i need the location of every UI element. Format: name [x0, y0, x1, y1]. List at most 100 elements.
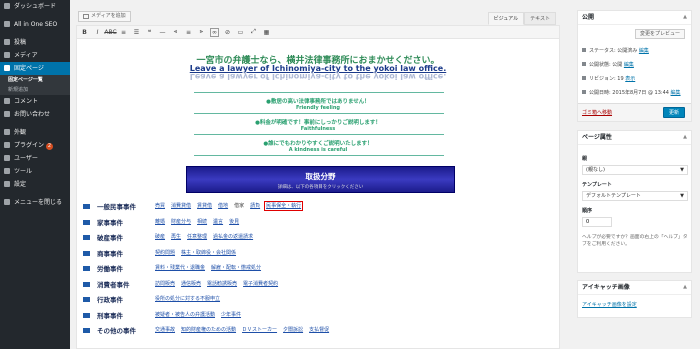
sidebar-item-1[interactable]: All in One SEO [0, 18, 70, 31]
tab-visual[interactable]: ビジュアル [487, 12, 525, 25]
blockquote-icon[interactable]: ❝ [145, 28, 154, 37]
practice-area-link[interactable]: 遺言 [213, 219, 223, 225]
kitchen-sink-icon[interactable]: ▦ [262, 28, 271, 37]
status-edit-link[interactable]: 編集 [639, 48, 649, 54]
practice-area-link[interactable]: 被疑者・被告人の弁護活動 [155, 312, 215, 318]
sidebar-item-label: ツール [14, 168, 33, 175]
revisions-label: リビジョン: 19 [589, 76, 624, 82]
featured-image-header[interactable]: アイキャッチ画像 ▲ [578, 281, 691, 295]
align-center-icon[interactable]: ≡ [184, 28, 193, 37]
preview-changes-button[interactable]: 変更をプレビュー [634, 29, 685, 39]
toggle-arrow-icon[interactable]: ▲ [683, 131, 687, 144]
strikethrough-icon[interactable]: ABC [104, 28, 116, 37]
practice-area-link[interactable]: 売買 [155, 203, 165, 209]
practice-area-link[interactable]: ＤＶストーカー [242, 327, 277, 333]
practice-area-link[interactable]: 後見 [229, 219, 239, 225]
highlighted-link[interactable]: 民事保全・執行 [264, 201, 304, 211]
sidebar-item-11[interactable]: 設定 [0, 178, 70, 191]
feature-1: ●敷居の高い法律事務所ではありません！ [266, 99, 370, 105]
practice-area-link[interactable]: 電話勧誘販売 [207, 281, 237, 287]
banner-subtitle: 詳細は、以下の各項目をクリックください [277, 185, 364, 190]
sidebar-item-4[interactable]: 固定ページ [0, 62, 70, 75]
practice-area-name: 商事事件 [97, 249, 123, 258]
sidebar-item-9[interactable]: ユーザー [0, 152, 70, 165]
order-input[interactable]: 0 [582, 217, 612, 227]
practice-area-link[interactable]: 再生 [171, 234, 181, 240]
practice-area-link[interactable]: 任意整理 [187, 234, 207, 240]
practice-area-link[interactable]: 請負 [250, 203, 260, 209]
link-icon[interactable]: ∞ [210, 27, 219, 37]
bullet-square-icon [83, 235, 90, 240]
bold-icon[interactable]: B [80, 28, 89, 37]
sidebar-item-label: ユーザー [14, 155, 38, 162]
practice-area-link[interactable]: 株主・取締役・会社関係 [181, 250, 236, 256]
tab-text[interactable]: テキスト [524, 12, 556, 25]
calendar-icon [582, 90, 586, 94]
revisions-link[interactable]: 表示 [625, 76, 635, 82]
sidebar-item-5[interactable]: コメント [0, 95, 70, 108]
sidebar-item-10[interactable]: ツール [0, 165, 70, 178]
sidebar-item-6[interactable]: お問い合わせ [0, 108, 70, 121]
add-media-button[interactable]: メディアを追加 [78, 11, 131, 22]
practice-area-link[interactable]: 訪問販売 [155, 281, 175, 287]
toggle-arrow-icon[interactable]: ▲ [683, 281, 687, 294]
add-media-label: メディアを追加 [91, 13, 126, 19]
feature-1-en: Friendly feeling [295, 105, 341, 111]
publish-box-header[interactable]: 公開 ▲ [578, 11, 691, 25]
practice-area-link[interactable]: 交通事故 [155, 327, 175, 333]
practice-area-link[interactable]: 財産分与 [171, 219, 191, 225]
practice-area-link[interactable]: 過払金の返還請求 [213, 234, 253, 240]
sidebar-item-8[interactable]: プラグイン 2 [0, 139, 70, 152]
template-select[interactable]: デフォルトテンプレート ▼ [582, 191, 688, 201]
practice-area-link[interactable]: 夕闇訴訟 [283, 327, 303, 333]
practice-area-link[interactable]: 賃貸借 [197, 203, 212, 209]
numbered-list-icon[interactable]: ☰ [132, 28, 141, 37]
align-right-icon[interactable]: ⫸ [197, 28, 206, 37]
set-featured-image-link[interactable]: アイキャッチ画像を設定 [582, 301, 637, 308]
editor-tabs: ビジュアル テキスト [487, 12, 556, 25]
practice-area-link[interactable]: 支払督促 [309, 327, 329, 333]
more-tag-icon[interactable]: ▭ [236, 28, 245, 37]
sidebar-item-2[interactable]: 投稿 [0, 36, 70, 49]
page-attributes-header[interactable]: ページ属性 ▲ [578, 131, 691, 145]
practice-area-link[interactable]: 役所の処分に対する不服申立 [155, 296, 220, 302]
practice-area-link[interactable]: 少年事件 [221, 312, 241, 318]
practice-area-link[interactable]: 電子消費者契約 [243, 281, 278, 287]
unlink-icon[interactable]: ⊘ [223, 28, 232, 37]
practice-area-name: 一般民事事件 [97, 203, 136, 211]
practice-area-link[interactable]: 相続 [197, 219, 207, 225]
practice-area-link[interactable]: 契約問題 [155, 250, 175, 256]
date-edit-link[interactable]: 編集 [671, 90, 681, 96]
status-line: ステータス: 公開済み 編集 [582, 47, 649, 54]
practice-area-link[interactable]: 破産 [155, 234, 165, 240]
sidebar-item-7[interactable]: 外観 [0, 126, 70, 139]
practice-areas-banner: 取扱分野 詳細は、以下の各項目をクリックください [186, 166, 455, 193]
practice-area-link[interactable]: 通信販売 [181, 281, 201, 287]
practice-area-link[interactable]: 消費貸借 [171, 203, 191, 209]
update-button[interactable]: 更新 [662, 107, 685, 118]
italic-icon[interactable]: I [93, 28, 102, 37]
practice-area-link[interactable]: 知的財産権のための活動 [181, 327, 236, 333]
visibility-edit-link[interactable]: 編集 [624, 62, 634, 68]
hr-icon[interactable]: — [158, 28, 167, 37]
sidebar-subitem-1[interactable]: 新規追加 [0, 85, 70, 95]
editor-content[interactable]: 一宮市の弁護士なら、横井法律事務所におまかせください。 Leave a lawy… [76, 39, 560, 349]
divider [194, 113, 444, 114]
practice-area-link[interactable]: 賃料・残業代・退職金 [155, 265, 205, 271]
toggle-arrow-icon[interactable]: ▲ [683, 11, 687, 24]
page-attributes-box: ページ属性 ▲ 親 (親なし) ▼ テンプレート デフォルトテンプレート ▼ 順序 … [577, 130, 692, 273]
sidebar-item-3[interactable]: メディア [0, 49, 70, 62]
practice-area-link[interactable]: 借地 [218, 203, 228, 209]
sidebar-item-0[interactable]: ダッシュボード [0, 0, 70, 13]
trash-link[interactable]: ゴミ箱へ移動 [582, 109, 612, 116]
divider [194, 134, 444, 135]
practice-area-links: 被疑者・被告人の弁護活動 少年事件 [155, 311, 247, 318]
bullet-list-icon[interactable]: ≡ [119, 28, 128, 37]
parent-select[interactable]: (親なし) ▼ [582, 165, 688, 175]
align-left-icon[interactable]: ⫷ [171, 28, 180, 37]
fullscreen-icon[interactable]: ⤢ [249, 28, 258, 37]
practice-area-link[interactable]: 解雇・配転・懲戒処分 [211, 265, 261, 271]
practice-area-link[interactable]: 離婚 [155, 219, 165, 225]
sidebar-item-12[interactable]: メニューを閉じる [0, 196, 70, 209]
sidebar-subitem-0[interactable]: 固定ページ一覧 [0, 75, 70, 85]
